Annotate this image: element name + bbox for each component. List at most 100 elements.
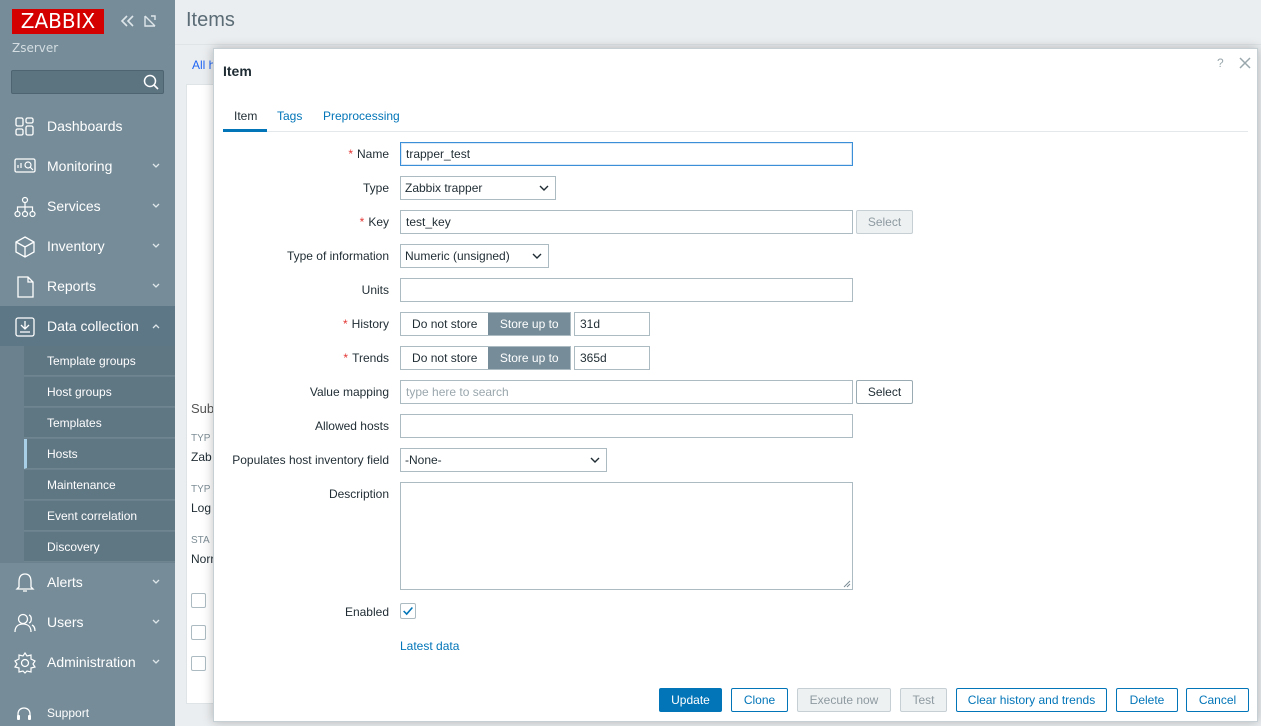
administration-icon: [14, 652, 36, 674]
close-icon[interactable]: [1238, 56, 1252, 70]
clone-button[interactable]: Clone: [731, 688, 788, 712]
bg-filter-tab[interactable]: All h: [192, 58, 215, 72]
submenu-hosts[interactable]: Hosts: [24, 439, 175, 469]
chevron-down-icon: [152, 163, 160, 168]
trends-period-field[interactable]: 365d: [574, 346, 650, 370]
submenu-label: Hosts: [47, 447, 78, 461]
help-icon[interactable]: ?: [1217, 56, 1229, 70]
resize-handle-icon[interactable]: [843, 580, 851, 588]
submenu-label: Maintenance: [47, 478, 116, 492]
trends-do-not-store-option[interactable]: Do not store: [401, 347, 489, 369]
bg-type-value[interactable]: Log: [191, 501, 211, 515]
type-of-information-select[interactable]: Numeric (unsigned): [400, 244, 549, 268]
menu-services[interactable]: Services: [0, 186, 175, 226]
latest-data-link[interactable]: Latest data: [400, 639, 459, 653]
value-mapping-label: Value mapping: [309, 385, 389, 399]
menu-reports[interactable]: Reports: [0, 266, 175, 306]
trends-label-text: Trends: [352, 351, 389, 365]
history-period-field[interactable]: 31d: [574, 312, 650, 336]
menu-label-alerts: Alerts: [47, 574, 83, 590]
submenu-templates[interactable]: Templates: [24, 408, 175, 438]
chevron-down-icon: [152, 619, 160, 624]
description-textarea[interactable]: [400, 482, 853, 590]
allowed-hosts-label: Allowed hosts: [314, 419, 389, 433]
submenu-template-groups[interactable]: Template groups: [24, 346, 175, 376]
bg-type-value[interactable]: Zab: [191, 450, 212, 464]
enabled-checkbox[interactable]: [400, 603, 416, 619]
collapse-sidebar-icon[interactable]: [119, 12, 135, 30]
history-store-up-to-option[interactable]: Store up to: [488, 313, 570, 335]
menu-label-data-collection: Data collection: [47, 318, 139, 334]
item-dialog: Item ? Item Tags Preprocessing * Name tra…: [213, 48, 1258, 722]
populates-inventory-select[interactable]: -None-: [400, 448, 607, 472]
value-mapping-field[interactable]: type here to search: [400, 380, 853, 404]
users-icon: [14, 613, 36, 633]
hide-sidebar-icon[interactable]: [142, 12, 158, 30]
cancel-button[interactable]: Cancel: [1186, 688, 1249, 712]
menu-inventory[interactable]: Inventory: [0, 226, 175, 266]
history-label-text: History: [351, 317, 389, 331]
menu-users[interactable]: Users: [0, 602, 175, 642]
submenu-host-groups[interactable]: Host groups: [24, 377, 175, 407]
menu-monitoring[interactable]: Monitoring: [0, 146, 175, 186]
trends-storage-toggle: Do not store Store up to: [400, 346, 571, 370]
active-tab-indicator: [223, 129, 267, 132]
key-select-button[interactable]: Select: [856, 210, 913, 234]
key-label: * Key: [360, 215, 389, 229]
menu-dashboards[interactable]: Dashboards: [0, 106, 175, 146]
menu-administration[interactable]: Administration: [0, 642, 175, 682]
submenu-event-correlation[interactable]: Event correlation: [24, 501, 175, 531]
logo-row: ZABBIX: [12, 9, 164, 35]
history-storage-toggle: Do not store Store up to: [400, 312, 571, 336]
execute-now-button[interactable]: Execute now: [797, 688, 891, 712]
bg-state-value[interactable]: Norr: [191, 552, 214, 566]
tab-preprocessing[interactable]: Preprocessing: [323, 109, 400, 123]
submenu-label: Templates: [47, 416, 102, 430]
page-title: Items: [186, 9, 235, 31]
submenu-label: Event correlation: [47, 509, 138, 523]
key-field[interactable]: test_key: [400, 210, 853, 234]
type-of-information-value: Numeric (unsigned): [405, 249, 510, 263]
delete-button[interactable]: Delete: [1116, 688, 1178, 712]
value-mapping-select-button[interactable]: Select: [856, 380, 913, 404]
required-marker: *: [342, 317, 348, 331]
enabled-label: Enabled: [344, 605, 389, 619]
bg-row-checkbox[interactable]: [191, 593, 206, 608]
required-marker: *: [348, 147, 353, 161]
tab-tags[interactable]: Tags: [277, 109, 302, 123]
data-collection-icon: [15, 317, 35, 337]
chevron-down-icon: [152, 243, 160, 248]
update-button[interactable]: Update: [659, 688, 722, 712]
submenu-discovery[interactable]: Discovery: [24, 532, 175, 562]
zabbix-logo[interactable]: ZABBIX: [12, 9, 104, 34]
trends-label: * Trends: [343, 351, 389, 365]
type-select-value: Zabbix trapper: [405, 181, 483, 195]
submenu-maintenance[interactable]: Maintenance: [24, 470, 175, 500]
search-icon[interactable]: [142, 73, 160, 91]
test-button[interactable]: Test: [900, 688, 947, 712]
bg-row-checkbox[interactable]: [191, 625, 206, 640]
menu-label-dashboards: Dashboards: [47, 118, 123, 134]
history-do-not-store-option[interactable]: Do not store: [401, 313, 489, 335]
search-input[interactable]: [14, 73, 139, 91]
services-icon: [14, 196, 36, 218]
name-label-text: Name: [356, 147, 389, 161]
chevron-down-icon: [152, 203, 160, 208]
menu-alerts[interactable]: Alerts: [0, 562, 175, 602]
name-field[interactable]: trapper_test: [400, 142, 853, 166]
trends-store-up-to-option[interactable]: Store up to: [488, 347, 570, 369]
key-label-text: Key: [368, 215, 389, 229]
dialog-title: Item: [223, 63, 252, 79]
tab-item[interactable]: Item: [234, 109, 257, 123]
support-link[interactable]: Support: [47, 706, 89, 720]
submenu-label: Host groups: [47, 385, 112, 399]
reports-icon: [17, 276, 34, 298]
units-field[interactable]: [400, 278, 853, 302]
sidebar-search[interactable]: [11, 70, 164, 94]
menu-data-collection[interactable]: Data collection: [0, 306, 175, 346]
checkmark-icon: [403, 606, 413, 616]
allowed-hosts-field[interactable]: [400, 414, 853, 438]
bg-row-checkbox[interactable]: [191, 656, 206, 671]
clear-history-button[interactable]: Clear history and trends: [956, 688, 1107, 712]
type-select[interactable]: Zabbix trapper: [400, 176, 556, 200]
